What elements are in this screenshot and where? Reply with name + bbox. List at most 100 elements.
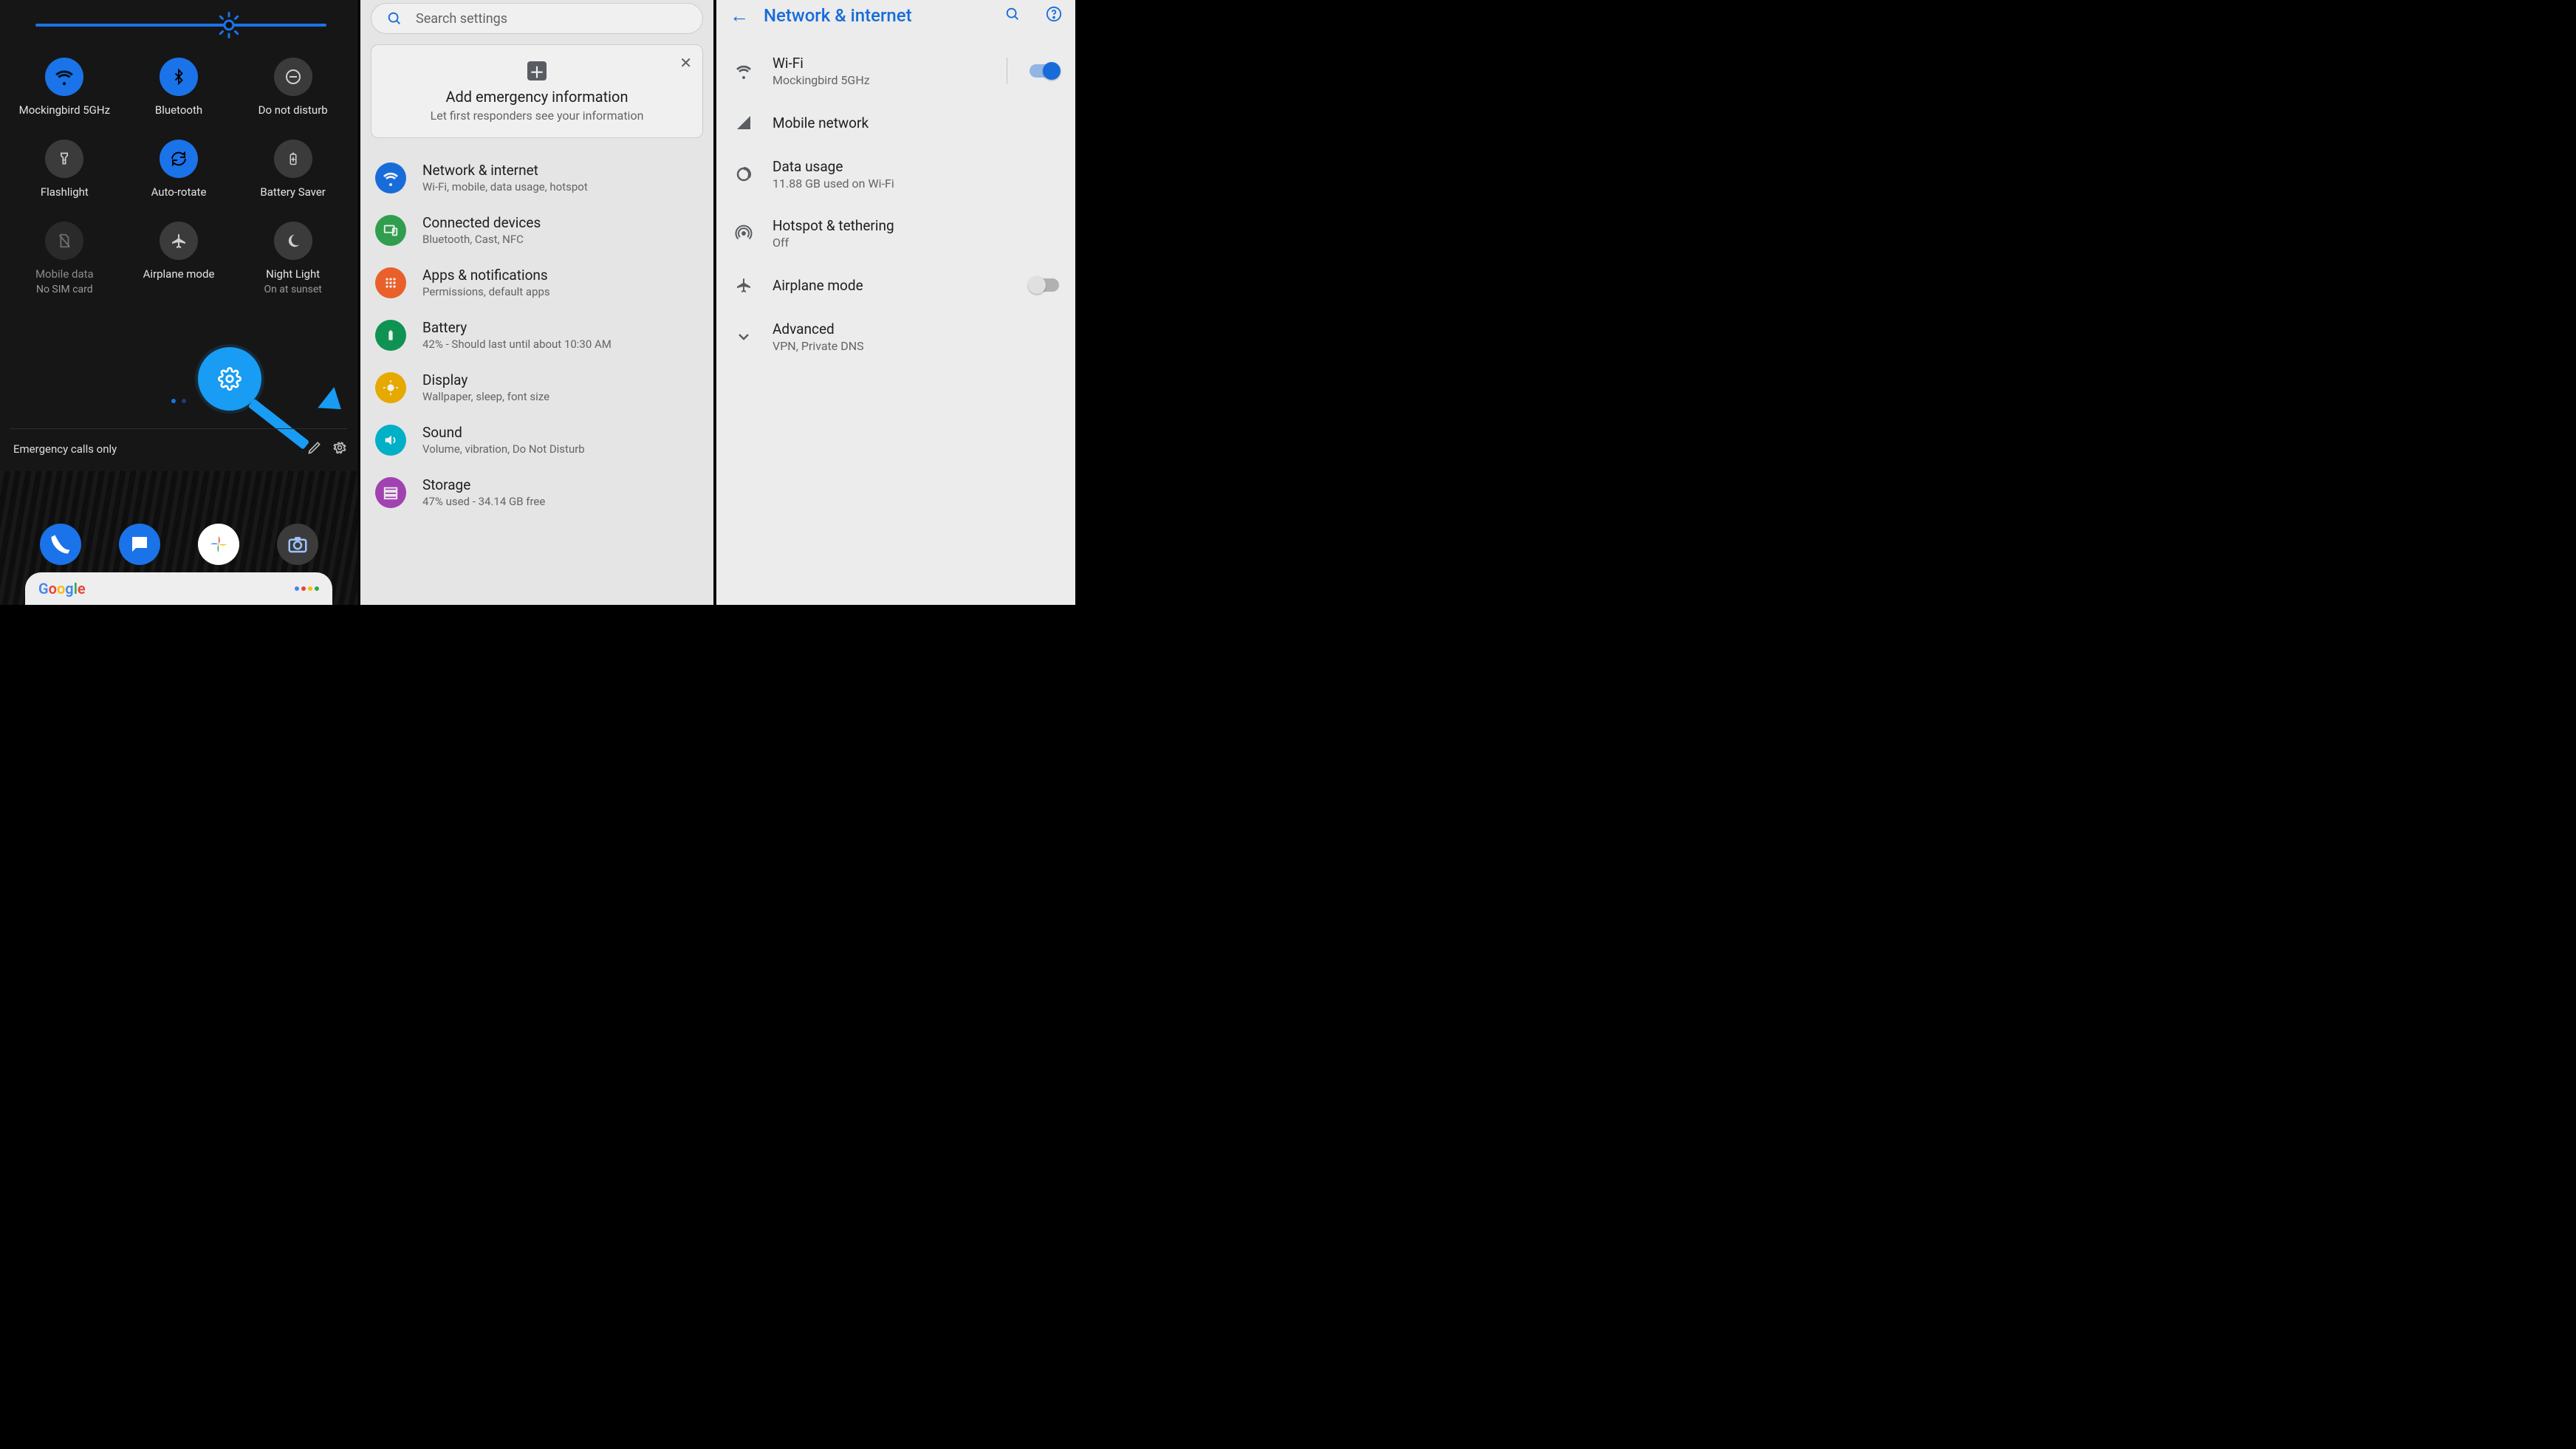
battery-saver-icon bbox=[274, 140, 312, 178]
network-settings-panel: ← Network & internet Wi-FiMockingbird 5G… bbox=[716, 0, 1075, 605]
wifi-icon bbox=[45, 58, 83, 96]
tile-label: Flashlight bbox=[41, 185, 89, 199]
plus-icon: ＋ bbox=[527, 61, 547, 80]
airplane-toggle[interactable] bbox=[1030, 278, 1059, 292]
tile-bluetooth[interactable]: Bluetooth bbox=[122, 58, 236, 117]
row-title: Display bbox=[422, 371, 549, 388]
tile-nightlight[interactable]: Night Light On at sunset bbox=[236, 222, 350, 297]
row-connected[interactable]: Connected devices Bluetooth, Cast, NFC bbox=[360, 204, 713, 256]
qs-pager bbox=[0, 399, 357, 403]
tile-wifi[interactable]: Mockingbird 5GHz bbox=[7, 58, 122, 117]
battery-icon bbox=[375, 320, 406, 351]
quick-settings-grid: Mockingbird 5GHz Bluetooth Do not distur… bbox=[0, 58, 357, 297]
apps-icon bbox=[375, 267, 406, 298]
sim-missing-icon bbox=[45, 222, 83, 260]
row-desc: Mockingbird 5GHz bbox=[773, 73, 989, 87]
app-photos[interactable] bbox=[198, 524, 239, 565]
app-messages[interactable] bbox=[119, 524, 160, 565]
tile-label: Battery Saver bbox=[260, 185, 325, 199]
row-airplane[interactable]: Airplane mode bbox=[716, 263, 1075, 307]
row-title: Network & internet bbox=[422, 162, 588, 179]
home-dock bbox=[0, 524, 357, 565]
row-network[interactable]: Network & internetWi-Fi, mobile, data us… bbox=[360, 151, 713, 204]
row-title: Hotspot & tethering bbox=[773, 217, 1059, 234]
sound-icon bbox=[375, 425, 406, 456]
row-title: Battery bbox=[422, 319, 612, 336]
row-title: Connected devices bbox=[422, 214, 541, 231]
tile-label: Bluetooth bbox=[155, 103, 202, 117]
google-logo-icon: Google bbox=[38, 580, 86, 597]
row-battery[interactable]: Battery42% - Should last until about 10:… bbox=[360, 309, 713, 361]
row-desc: VPN, Private DNS bbox=[773, 339, 1059, 353]
network-status-text: Emergency calls only bbox=[13, 442, 117, 456]
search-icon bbox=[386, 10, 402, 27]
network-list: Wi-FiMockingbird 5GHz Mobile network Dat… bbox=[716, 31, 1075, 366]
settings-list: Network & internetWi-Fi, mobile, data us… bbox=[360, 151, 713, 518]
row-storage[interactable]: Storage 47% used - 34.14 GB free bbox=[360, 466, 713, 518]
row-mobile[interactable]: Mobile network bbox=[716, 100, 1075, 145]
row-title: Mobile network bbox=[773, 114, 1059, 131]
highlight-settings-gear bbox=[198, 347, 261, 411]
row-desc: Wi-Fi, mobile, data usage, hotspot bbox=[422, 180, 588, 193]
app-phone[interactable] bbox=[40, 524, 81, 565]
row-desc: Volume, vibration, Do Not Disturb bbox=[422, 442, 585, 456]
edit-tiles-button[interactable] bbox=[307, 440, 322, 458]
dnd-icon bbox=[274, 58, 312, 96]
wifi-toggle[interactable] bbox=[1030, 64, 1059, 78]
tile-batterysaver[interactable]: Battery Saver bbox=[236, 140, 350, 199]
row-advanced[interactable]: AdvancedVPN, Private DNS bbox=[716, 307, 1075, 366]
brightness-slider[interactable] bbox=[35, 24, 326, 27]
autorotate-icon bbox=[160, 140, 198, 178]
settings-gear-icon[interactable] bbox=[218, 367, 242, 391]
row-sound[interactable]: SoundVolume, vibration, Do Not Disturb bbox=[360, 414, 713, 466]
row-display[interactable]: Display Wallpaper, sleep, font size bbox=[360, 361, 713, 414]
app-camera[interactable] bbox=[277, 524, 318, 565]
bluetooth-icon bbox=[160, 58, 198, 96]
page-title: Network & internet bbox=[764, 5, 990, 26]
tile-sublabel: No SIM card bbox=[36, 284, 93, 297]
tile-label: Auto-rotate bbox=[151, 185, 207, 199]
row-apps[interactable]: Apps & notificationsPermissions, default… bbox=[360, 256, 713, 309]
signal-icon bbox=[733, 114, 755, 131]
row-data[interactable]: Data usage 11.88 GB used on Wi-Fi bbox=[716, 145, 1075, 204]
chevron-down-icon bbox=[733, 328, 755, 346]
tile-label: Night Light bbox=[266, 267, 320, 281]
help-button[interactable] bbox=[1046, 6, 1062, 25]
tile-label: Mockingbird 5GHz bbox=[19, 103, 110, 117]
tile-label: Mobile data bbox=[35, 267, 94, 281]
row-wifi[interactable]: Wi-FiMockingbird 5GHz bbox=[716, 41, 1075, 100]
airplane-icon bbox=[733, 276, 755, 294]
row-desc: Wallpaper, sleep, font size bbox=[422, 390, 549, 403]
tile-mobiledata[interactable]: Mobile data No SIM card bbox=[7, 222, 122, 297]
airplane-icon bbox=[160, 222, 198, 260]
row-hotspot[interactable]: Hotspot & tetheringOff bbox=[716, 204, 1075, 263]
brightness-knob-icon[interactable] bbox=[216, 12, 242, 38]
row-desc: Permissions, default apps bbox=[422, 285, 550, 298]
row-desc: 47% used - 34.14 GB free bbox=[422, 495, 545, 508]
wifi-icon bbox=[375, 162, 406, 193]
nightlight-icon bbox=[274, 222, 312, 260]
tile-label: Airplane mode bbox=[143, 267, 215, 281]
search-button[interactable] bbox=[1004, 6, 1021, 25]
hotspot-icon bbox=[733, 225, 755, 242]
row-title: Advanced bbox=[773, 321, 1059, 338]
row-title: Airplane mode bbox=[773, 277, 1012, 294]
open-settings-button[interactable] bbox=[332, 440, 347, 458]
row-title: Data usage bbox=[773, 158, 1059, 175]
tile-autorotate[interactable]: Auto-rotate bbox=[122, 140, 236, 199]
back-button[interactable]: ← bbox=[730, 4, 749, 27]
close-icon[interactable]: ✕ bbox=[679, 54, 692, 72]
row-desc: Bluetooth, Cast, NFC bbox=[422, 233, 541, 246]
emergency-desc: Let first responders see your informatio… bbox=[401, 109, 673, 123]
storage-icon bbox=[375, 477, 406, 508]
tile-label: Do not disturb bbox=[258, 103, 328, 117]
row-desc: 11.88 GB used on Wi-Fi bbox=[773, 177, 1059, 191]
home-search-bar[interactable]: Google bbox=[25, 572, 332, 605]
tile-flashlight[interactable]: Flashlight bbox=[7, 140, 122, 199]
tile-sublabel: On at sunset bbox=[264, 284, 321, 297]
tile-dnd[interactable]: Do not disturb bbox=[236, 58, 350, 117]
emergency-info-card[interactable]: ✕ ＋ Add emergency information Let first … bbox=[371, 44, 703, 138]
row-title: Storage bbox=[422, 476, 545, 493]
settings-search-input[interactable]: Search settings bbox=[371, 3, 703, 34]
tile-airplane[interactable]: Airplane mode bbox=[122, 222, 236, 297]
